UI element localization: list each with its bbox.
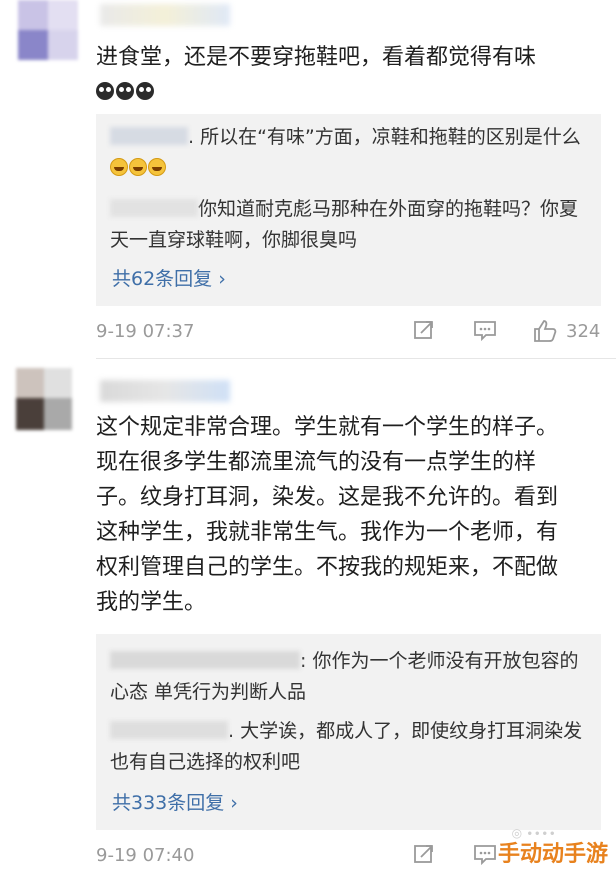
laugh-icon [129, 158, 147, 176]
comment-text: 进食堂，还是不要穿拖鞋吧，看着都觉得有味 [96, 45, 537, 70]
cry-icon [116, 82, 134, 100]
reply-item[interactable]: : 你作为一个老师没有开放包容的心态 单凭行为判断人品 [110, 646, 590, 708]
avatar[interactable] [10, 0, 100, 62]
timestamp: 9-19 07:40 [96, 845, 195, 866]
avatar[interactable] [4, 368, 94, 430]
comment-text: 这个规定非常合理。学生就有一个学生的样子。现在很多学生都流里流气的没有一点学生的… [96, 415, 559, 615]
like-icon[interactable] [532, 318, 558, 344]
cry-icon [96, 82, 114, 100]
reply-text: . 所以在“有味”方面，凉鞋和拖鞋的区别是什么 [188, 126, 581, 148]
watermark-text: 手动动手游 [497, 842, 608, 867]
reply-box[interactable]: : 你作为一个老师没有开放包容的心态 单凭行为判断人品 . 大学诶，都成人了，即… [96, 634, 601, 830]
reply-item[interactable]: . 大学诶，都成人了，即使纹身打耳洞染发也有自己选择的权利吧 [110, 716, 590, 778]
username[interactable] [100, 4, 230, 26]
comment-icon[interactable] [472, 842, 498, 866]
cry-icon [136, 82, 154, 100]
reply-count-link[interactable]: 共62条回复 › [112, 264, 226, 291]
reply-count-link[interactable]: 共333条回复 › [112, 788, 238, 815]
divider [96, 358, 616, 359]
laugh-icon [110, 158, 128, 176]
reply-username[interactable] [110, 199, 198, 217]
reply-username[interactable] [110, 651, 300, 669]
reply-item[interactable]: . 所以在“有味”方面，凉鞋和拖鞋的区别是什么 [110, 122, 590, 184]
emoji-row [96, 82, 154, 100]
comment-meta: 9-19 07:37 324 [96, 318, 601, 348]
reply-username[interactable] [110, 721, 228, 739]
comment-icon[interactable] [472, 318, 498, 342]
laugh-icon [148, 158, 166, 176]
like-count: 324 [566, 321, 601, 342]
repost-icon[interactable] [412, 318, 436, 342]
username[interactable] [100, 380, 230, 402]
reply-item[interactable]: 你知道耐克彪马那种在外面穿的拖鞋吗？你夏天一直穿球鞋啊，你脚很臭吗 [110, 194, 590, 256]
emoji-row [110, 158, 166, 176]
comment-card: 进食堂，还是不要穿拖鞋吧，看着都觉得有味 . 所以在“有味”方面，凉鞋和拖鞋的区… [0, 0, 616, 360]
comment-card: 这个规定非常合理。学生就有一个学生的样子。现在很多学生都流里流气的没有一点学生的… [0, 360, 616, 874]
reply-box[interactable]: . 所以在“有味”方面，凉鞋和拖鞋的区别是什么 你知道耐克彪马那种在外面穿的拖鞋… [96, 114, 601, 306]
timestamp: 9-19 07:37 [96, 321, 195, 342]
repost-icon[interactable] [412, 842, 436, 866]
reply-username[interactable] [110, 127, 188, 145]
